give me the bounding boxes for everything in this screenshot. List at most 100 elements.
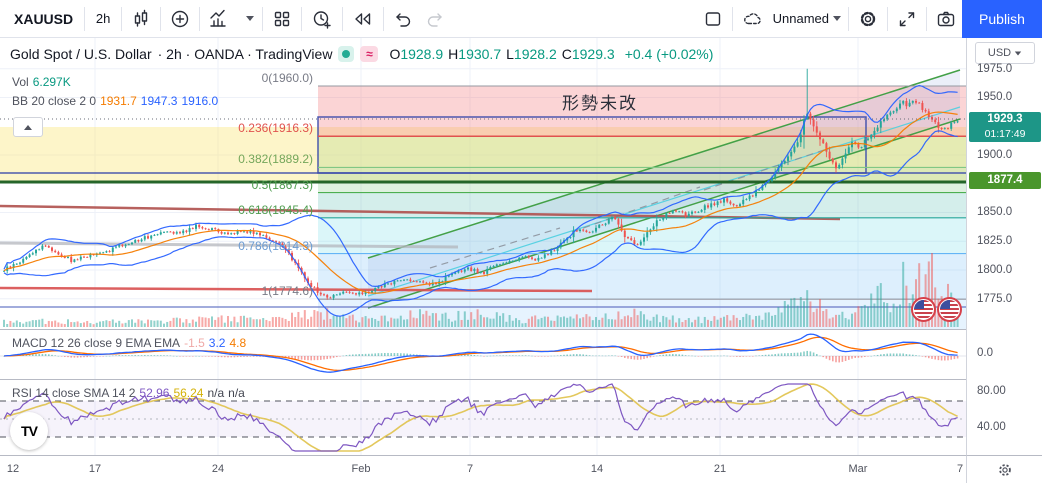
ohlc-value: 1928.9 bbox=[400, 46, 443, 62]
indicators-icon[interactable] bbox=[203, 4, 237, 34]
time-tick-label: 14 bbox=[591, 463, 603, 475]
price-tick-label: 1850.0 bbox=[977, 206, 1012, 218]
tradingview-chart-window: XAUUSD 2h bbox=[0, 0, 1042, 483]
toolbar-separator bbox=[301, 7, 302, 31]
bar-countdown: 01:17:49 bbox=[969, 127, 1041, 142]
ohlc-value: 1930.7 bbox=[458, 46, 501, 62]
toolbar-separator bbox=[887, 7, 888, 31]
time-tick-label: Feb bbox=[352, 463, 371, 475]
toolbar-separator bbox=[732, 7, 733, 31]
price-axis[interactable]: USD 1929.3 01:17:49 1877.4 0.0 80.00 40.… bbox=[966, 38, 1042, 455]
rsi-value: 52.96 bbox=[139, 386, 169, 400]
pane-separator[interactable] bbox=[0, 329, 1042, 330]
price-tick-label: 1825.0 bbox=[977, 235, 1012, 247]
us-flag-sticker-icon[interactable] bbox=[937, 297, 962, 322]
tradingview-logo[interactable]: TV bbox=[10, 412, 48, 450]
ohlc-value: 1929.3 bbox=[572, 46, 615, 62]
time-axis[interactable]: 121724Feb71421Mar7 bbox=[0, 455, 966, 483]
top-toolbar: XAUUSD 2h bbox=[0, 0, 1042, 38]
ohlc-key: H bbox=[448, 46, 458, 62]
compare-add-icon[interactable] bbox=[164, 4, 196, 34]
toolbar-right-group: Unnamed Publish bbox=[697, 0, 1042, 38]
undo-icon[interactable] bbox=[387, 4, 419, 34]
macd-axis-zero: 0.0 bbox=[977, 347, 993, 359]
bb-lower-value: 1916.0 bbox=[181, 94, 218, 108]
camera-snapshot-icon[interactable] bbox=[930, 4, 962, 34]
rsi-legend-row[interactable]: RSI 14 close SMA 14 2 52.96 56.24 n/a n/… bbox=[12, 386, 245, 400]
last-price-badge: 1929.3 01:17:49 bbox=[969, 112, 1041, 142]
toolbar-separator bbox=[121, 7, 122, 31]
toolbar-separator bbox=[262, 7, 263, 31]
volume-label: Vol bbox=[12, 75, 29, 89]
redo-icon[interactable] bbox=[419, 4, 451, 34]
price-tick-label: 1775.0 bbox=[977, 293, 1012, 305]
time-tick-label: 24 bbox=[212, 463, 224, 475]
bb-label: BB 20 close 2 0 bbox=[12, 94, 96, 108]
collapse-pane-button[interactable] bbox=[13, 117, 43, 137]
settings-gear-icon[interactable] bbox=[852, 4, 884, 34]
layout-name-button[interactable]: Unnamed bbox=[771, 4, 843, 34]
rsi-axis-40: 40.00 bbox=[977, 421, 1006, 433]
time-tick-label: 7 bbox=[467, 463, 473, 475]
time-tick-label: 21 bbox=[714, 463, 726, 475]
time-tick-label: 7 bbox=[957, 463, 963, 475]
alert-clock-icon[interactable] bbox=[305, 4, 339, 34]
currency-chevron-down-icon bbox=[1015, 51, 1021, 55]
toolbar-separator bbox=[383, 7, 384, 31]
save-layout-icon[interactable] bbox=[697, 4, 729, 34]
bb-basis-value: 1931.7 bbox=[100, 94, 137, 108]
approximation-badge-icon[interactable]: ≈ bbox=[360, 46, 378, 62]
volume-legend-row[interactable]: Vol 6.297K bbox=[12, 75, 71, 89]
level-price-badge: 1877.4 bbox=[969, 172, 1041, 189]
ohlc-value: 1928.2 bbox=[514, 46, 557, 62]
usd-currency-button[interactable]: USD bbox=[975, 42, 1035, 64]
macd-hist-value: -1.5 bbox=[184, 336, 205, 350]
price-tick-label: 1900.0 bbox=[977, 149, 1012, 161]
last-price-value: 1929.3 bbox=[969, 112, 1041, 127]
time-axis-settings bbox=[966, 455, 1042, 483]
currency-label: USD bbox=[988, 47, 1011, 59]
symbol-title: Gold Spot / U.S. Dollar bbox=[10, 46, 152, 62]
layout-chevron-down-icon bbox=[833, 16, 841, 21]
rsi-ma-value: 56.24 bbox=[173, 386, 203, 400]
layout-name-label: Unnamed bbox=[773, 11, 829, 26]
interval-button[interactable]: 2h bbox=[88, 4, 118, 34]
toolbar-separator bbox=[342, 7, 343, 31]
price-tick-label: 1975.0 bbox=[977, 63, 1012, 75]
chart-text-annotation[interactable]: 形勢未改 bbox=[562, 89, 638, 114]
rsi-na-value: n/a bbox=[207, 386, 224, 400]
volume-value: 6.297K bbox=[33, 75, 71, 89]
toolbar-separator bbox=[84, 7, 85, 31]
market-status-icon[interactable] bbox=[338, 46, 354, 62]
price-tick-label: 1950.0 bbox=[977, 91, 1012, 103]
ohlc-key: L bbox=[506, 46, 514, 62]
rsi-axis-80: 80.00 bbox=[977, 385, 1006, 397]
cloud-sync-icon[interactable] bbox=[736, 4, 767, 34]
time-tick-label: 12 bbox=[7, 463, 19, 475]
bb-legend-row[interactable]: BB 20 close 2 0 1931.7 1947.3 1916.0 bbox=[12, 94, 218, 108]
symbol-search-button[interactable]: XAUUSD bbox=[6, 4, 81, 34]
timezone-settings-gear-icon[interactable] bbox=[996, 461, 1014, 479]
symbol-legend-row[interactable]: Gold Spot / U.S. Dollar · 2h · OANDA · T… bbox=[10, 46, 713, 62]
toolbar-separator bbox=[926, 7, 927, 31]
symbol-meta: · 2h · OANDA · TradingView bbox=[158, 46, 333, 62]
pane-separator[interactable] bbox=[0, 379, 1042, 380]
layout-grid-icon[interactable] bbox=[266, 4, 298, 34]
ohlc-key: O bbox=[389, 46, 400, 62]
us-flag-sticker-icon[interactable] bbox=[911, 297, 936, 322]
rsi-label: RSI 14 close SMA 14 2 bbox=[12, 386, 135, 400]
rsi-na-value: n/a bbox=[228, 386, 245, 400]
ohlc-key: C bbox=[562, 46, 572, 62]
macd-label: MACD 12 26 close 9 EMA EMA bbox=[12, 336, 180, 350]
macd-signal-value: 4.8 bbox=[229, 336, 246, 350]
macd-legend-row[interactable]: MACD 12 26 close 9 EMA EMA -1.5 3.2 4.8 bbox=[12, 336, 246, 350]
ohlc-values: O1928.9 H1930.7 L1928.2 C1929.3 bbox=[384, 46, 614, 62]
toolbar-separator bbox=[160, 7, 161, 31]
macd-line-value: 3.2 bbox=[209, 336, 226, 350]
fullscreen-icon[interactable] bbox=[891, 4, 923, 34]
time-tick-label: Mar bbox=[849, 463, 868, 475]
indicators-chevron-down-icon[interactable] bbox=[237, 4, 259, 34]
publish-button[interactable]: Publish bbox=[962, 0, 1042, 38]
chart-style-candles-icon[interactable] bbox=[125, 4, 157, 34]
bar-replay-icon[interactable] bbox=[346, 4, 380, 34]
